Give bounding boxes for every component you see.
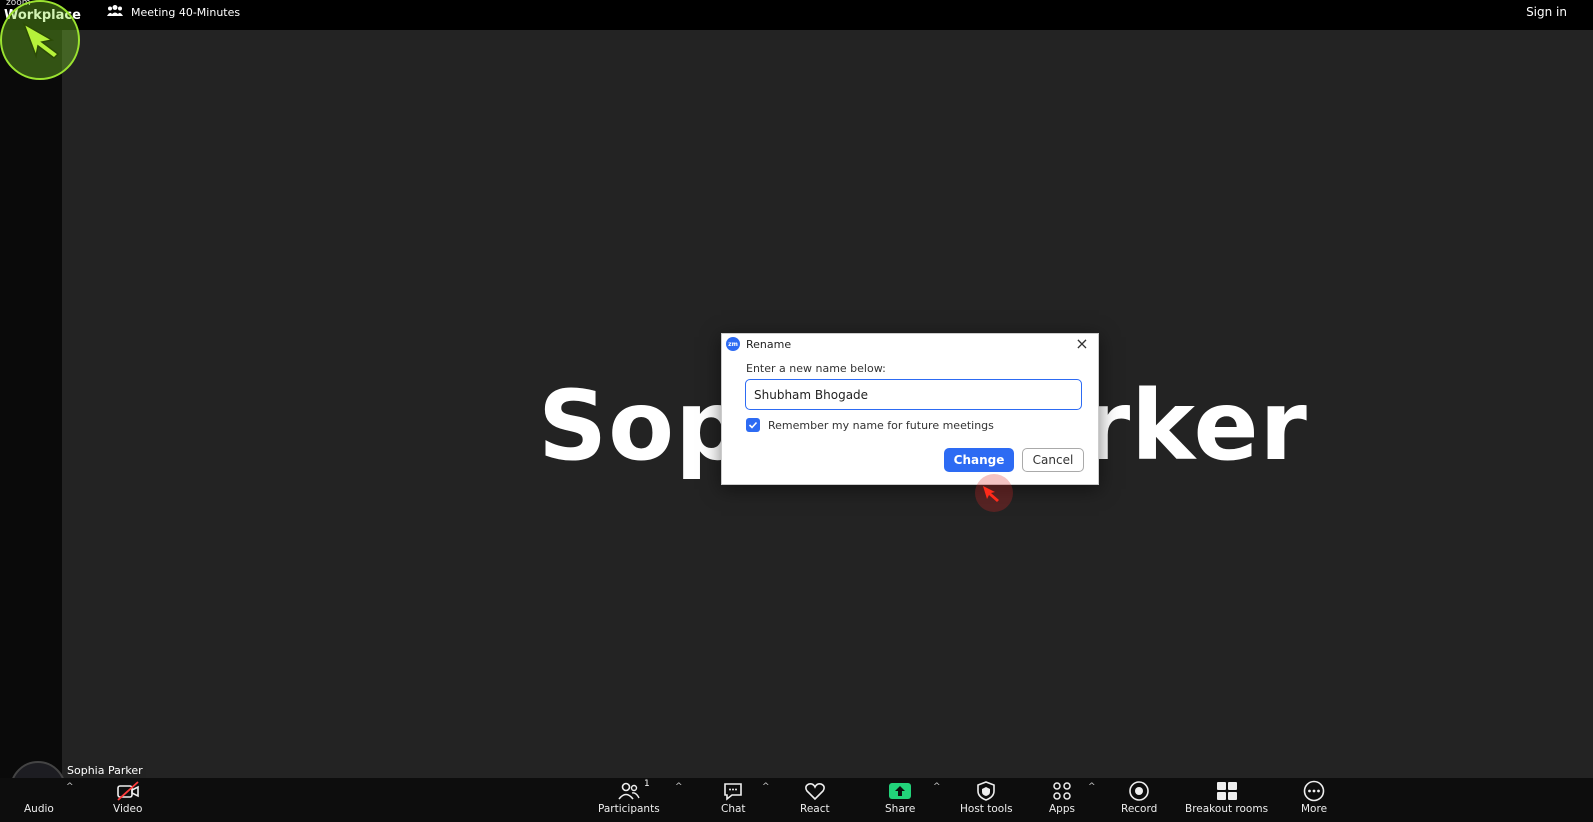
cancel-button[interactable]: Cancel bbox=[1022, 448, 1084, 472]
participants-icon bbox=[618, 782, 640, 800]
audio-label: Audio bbox=[24, 803, 54, 815]
video-button[interactable]: Video bbox=[113, 780, 142, 815]
breakout-rooms-button[interactable]: Breakout rooms bbox=[1185, 780, 1268, 815]
apps-label: Apps bbox=[1049, 803, 1075, 815]
more-label: More bbox=[1301, 803, 1328, 815]
record-icon bbox=[1129, 781, 1149, 801]
chat-icon bbox=[724, 783, 743, 801]
share-options-caret[interactable]: ^ bbox=[933, 782, 941, 792]
audio-options-caret[interactable]: ^ bbox=[66, 782, 74, 792]
new-name-input[interactable] bbox=[745, 379, 1082, 410]
video-label: Video bbox=[113, 803, 143, 815]
apps-button[interactable]: Apps bbox=[1049, 780, 1075, 815]
audio-button[interactable]: Audio bbox=[24, 780, 54, 815]
remember-name-checkbox[interactable] bbox=[746, 418, 760, 432]
meeting-toolbar: Audio ^ Video 1 Participants ^ Chat ^ Re… bbox=[0, 778, 1593, 822]
dialog-title: Rename bbox=[746, 337, 792, 351]
zm-app-icon: zm bbox=[726, 337, 740, 351]
breakout-rooms-label: Breakout rooms bbox=[1185, 803, 1269, 815]
change-button[interactable]: Change bbox=[944, 448, 1014, 472]
chat-label: Chat bbox=[721, 803, 746, 815]
more-icon bbox=[1303, 780, 1325, 802]
self-name-label: Sophia Parker bbox=[64, 763, 146, 778]
checkmark-icon bbox=[748, 421, 758, 429]
grid-icon bbox=[1216, 782, 1237, 800]
audio-icon bbox=[27, 780, 51, 802]
sign-in-link[interactable]: Sign in bbox=[1526, 5, 1567, 19]
more-button[interactable]: More bbox=[1301, 780, 1327, 815]
close-icon[interactable]: × bbox=[1074, 336, 1090, 352]
top-bar: zoom Workplace Meeting 40-Minutes Sign i… bbox=[0, 0, 1593, 30]
record-label: Record bbox=[1121, 803, 1158, 815]
chat-options-caret[interactable]: ^ bbox=[762, 782, 770, 792]
left-rail bbox=[0, 30, 62, 778]
chat-button[interactable]: Chat bbox=[721, 780, 746, 815]
meeting-info[interactable]: Meeting 40-Minutes bbox=[107, 4, 240, 20]
record-button[interactable]: Record bbox=[1121, 780, 1157, 815]
pointer-arrow-icon bbox=[983, 486, 999, 502]
click-indicator bbox=[975, 474, 1013, 512]
dialog-prompt: Enter a new name below: bbox=[746, 362, 886, 375]
participants-button[interactable]: 1 Participants bbox=[598, 779, 660, 815]
participants-group-icon bbox=[107, 4, 123, 20]
participants-label: Participants bbox=[598, 803, 660, 815]
remember-name-label: Remember my name for future meetings bbox=[768, 418, 994, 432]
react-label: React bbox=[800, 803, 830, 815]
participants-options-caret[interactable]: ^ bbox=[675, 782, 683, 792]
dialog-title-bar: zm Rename bbox=[726, 337, 791, 351]
remember-name-row[interactable]: Remember my name for future meetings bbox=[746, 418, 994, 432]
logo-highlight-ring bbox=[0, 0, 80, 80]
meeting-title: Meeting 40-Minutes bbox=[131, 5, 241, 19]
react-button[interactable]: React bbox=[800, 780, 830, 815]
video-off-icon bbox=[116, 781, 139, 801]
zoom-meeting-window: zoom Workplace Meeting 40-Minutes Sign i… bbox=[0, 0, 1593, 822]
share-button[interactable]: Share bbox=[885, 780, 915, 815]
apps-options-caret[interactable]: ^ bbox=[1088, 782, 1096, 792]
apps-icon bbox=[1053, 782, 1071, 800]
heart-icon bbox=[804, 783, 825, 801]
share-label: Share bbox=[885, 803, 916, 815]
back-arrow-icon bbox=[22, 22, 60, 59]
rename-dialog: zm Rename × Enter a new name below: Reme… bbox=[721, 333, 1099, 485]
host-tools-button[interactable]: Host tools bbox=[960, 780, 1013, 815]
participants-count: 1 bbox=[644, 779, 650, 789]
shield-icon bbox=[977, 781, 996, 801]
host-tools-label: Host tools bbox=[960, 803, 1013, 815]
share-screen-icon bbox=[889, 783, 912, 799]
